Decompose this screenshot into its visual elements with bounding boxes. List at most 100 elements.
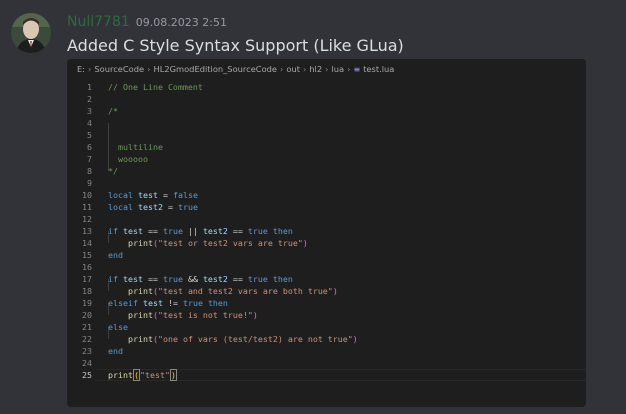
line-source: // One Line Comment xyxy=(108,81,203,93)
code-token: then xyxy=(207,298,228,308)
code-token: == xyxy=(142,226,163,236)
code-token: print xyxy=(127,286,153,296)
avatar[interactable] xyxy=(11,13,51,53)
line-source: /* xyxy=(108,105,118,117)
code-line: 6 multiline xyxy=(67,141,586,153)
line-number: 17 xyxy=(82,274,92,284)
code-line: 10 local test = false xyxy=(67,189,586,201)
code-line: 14 print("test or test2 vars are true") xyxy=(67,237,586,249)
code-token: true xyxy=(247,226,268,236)
line-number: 1 xyxy=(87,82,92,92)
code-line: 18 print("test and test2 vars are both t… xyxy=(67,285,586,297)
line-number: 3 xyxy=(87,106,92,116)
code-line: 22 print("one of vars (test/test2) are n… xyxy=(67,333,586,345)
line-source: local test = false xyxy=(108,189,198,201)
code-line: 2 xyxy=(67,93,586,105)
line-source: print("one of vars (test/test2) are not … xyxy=(108,333,358,345)
code-line: 13 if test == true || test2 == true then xyxy=(67,225,586,237)
code-token: true xyxy=(162,274,183,284)
line-number: 18 xyxy=(82,286,92,296)
line-source: multiline xyxy=(108,141,163,153)
code-line: 15 end xyxy=(67,249,586,261)
code-token: print xyxy=(127,334,153,344)
code-line: 11 local test2 = true xyxy=(67,201,586,213)
code-token: then xyxy=(272,226,293,236)
code-token: ) xyxy=(169,369,177,381)
code-line: 23 end xyxy=(67,345,586,357)
code-token: test xyxy=(123,274,143,284)
code-token: // One Line Comment xyxy=(108,82,203,92)
file-lines-icon: ≡ xyxy=(353,64,361,74)
code-token: ) xyxy=(352,334,358,344)
breadcrumb-file: test.lua xyxy=(363,64,395,74)
line-number: 25 xyxy=(82,370,92,380)
code-token: test xyxy=(142,298,163,308)
code-token: ) xyxy=(302,238,308,248)
code-line: 7 wooooo xyxy=(67,153,586,165)
line-number: 14 xyxy=(82,238,92,248)
line-source: else xyxy=(108,321,128,333)
code-token: print xyxy=(127,238,153,248)
code-token: test xyxy=(123,226,143,236)
chevron-right-icon: › xyxy=(325,64,329,74)
code-area: 1// One Line Comment 2 3/* 4 5 6 multiline 7 w… xyxy=(67,79,586,407)
code-line: 24 xyxy=(67,357,586,369)
code-token: != xyxy=(162,298,183,308)
line-source: print("test and test2 vars are both true… xyxy=(108,285,338,297)
code-line: 25 print("test") xyxy=(67,369,586,381)
line-source: elseif test != true then xyxy=(108,297,228,309)
code-token: multiline xyxy=(108,142,163,152)
line-source: local test2 = true xyxy=(108,201,198,213)
code-token: */ xyxy=(108,166,118,176)
code-token: test2 xyxy=(137,202,163,212)
code-token: then xyxy=(272,274,293,284)
line-source: end xyxy=(108,345,123,357)
code-token: if xyxy=(108,274,118,284)
breadcrumb-item: out xyxy=(286,64,300,74)
code-token: ) xyxy=(252,310,258,320)
code-token: end xyxy=(108,250,123,260)
code-token: "test" xyxy=(139,370,170,380)
code-token: ( xyxy=(132,369,140,381)
breadcrumb: E: › SourceCode › HL2GmodEdition_SourceCod… xyxy=(67,59,586,79)
code-token: "test or test2 vars are true" xyxy=(157,238,303,248)
code-token: = xyxy=(157,190,173,200)
breadcrumb-item: HL2GmodEdition_SourceCode xyxy=(153,64,278,74)
code-token: elseif xyxy=(108,298,138,308)
message-text: Added C Style Syntax Support (Like GLua) xyxy=(67,36,404,55)
code-token: true xyxy=(177,202,198,212)
code-token: || xyxy=(182,226,203,236)
line-number: 9 xyxy=(87,178,92,188)
code-token: "one of vars (test/test2) are not true" xyxy=(157,334,353,344)
line-number: 6 xyxy=(87,142,92,152)
line-source: print("test is not true!") xyxy=(108,309,258,321)
message-header: Null7781 09.08.2023 2:51 xyxy=(67,14,227,30)
code-token: "test is not true!" xyxy=(157,310,253,320)
code-screenshot[interactable]: E: › SourceCode › HL2GmodEdition_SourceCod… xyxy=(67,59,586,407)
code-token: /* xyxy=(108,106,118,116)
line-number: 19 xyxy=(82,298,92,308)
line-number: 8 xyxy=(87,166,92,176)
line-source: end xyxy=(108,249,123,261)
line-number: 4 xyxy=(87,118,92,128)
chevron-right-icon: › xyxy=(147,64,151,74)
code-line: 4 xyxy=(67,117,586,129)
line-number: 12 xyxy=(82,214,92,224)
code-token: test xyxy=(137,190,158,200)
breadcrumb-item: E: xyxy=(77,64,86,74)
line-number: 15 xyxy=(82,250,92,260)
code-line: 8 */ xyxy=(67,165,586,177)
code-line: 1 // One Line Comment xyxy=(67,81,586,93)
code-token: print xyxy=(108,370,133,380)
username[interactable]: Null7781 xyxy=(67,14,130,30)
line-number: 5 xyxy=(87,130,92,140)
code-token: local xyxy=(108,202,133,212)
code-token: ) xyxy=(332,286,338,296)
code-token: else xyxy=(108,322,128,332)
line-number: 16 xyxy=(82,262,92,272)
avatar-image xyxy=(11,13,51,53)
code-token: end xyxy=(108,346,123,356)
